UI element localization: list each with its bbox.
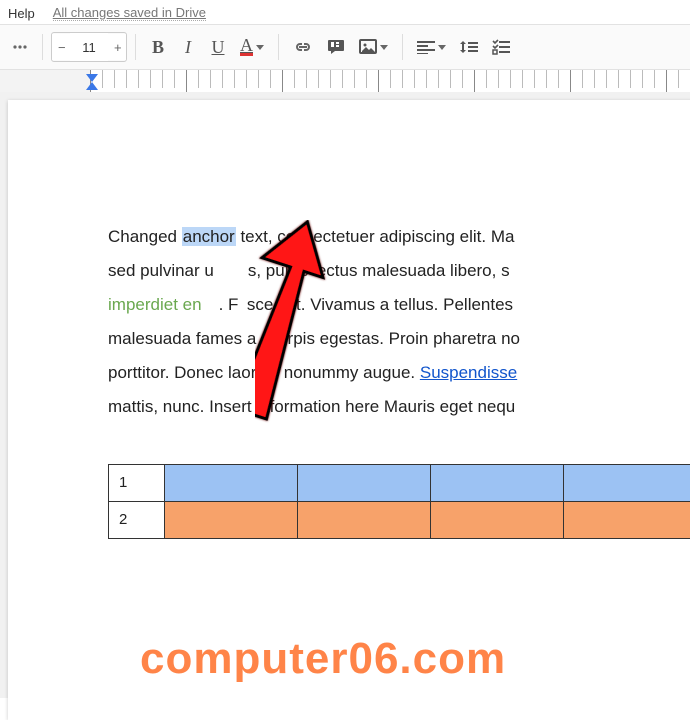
menu-help[interactable]: Help [8, 6, 35, 21]
table-cell-selected[interactable] [298, 502, 431, 539]
text: text, consectetuer adipiscing elit. Ma [236, 227, 515, 246]
more-icon [12, 39, 28, 55]
text: s, purus lectus malesuada libero, s [248, 261, 510, 280]
save-status[interactable]: All changes saved in Drive [53, 5, 206, 21]
separator [402, 34, 403, 60]
chevron-down-icon [438, 45, 446, 50]
table-cell-selected[interactable] [431, 465, 564, 502]
separator [278, 34, 279, 60]
text: Changed [108, 227, 182, 246]
table-row[interactable]: 2 [109, 502, 690, 539]
table-cell-selected[interactable] [564, 502, 690, 539]
insert-comment-button[interactable] [321, 32, 351, 62]
text: nonummy augue. [284, 363, 420, 382]
paragraph-line[interactable]: sed pulvinar uxxxxs, purus lectus malesu… [108, 254, 690, 288]
font-size-input[interactable] [70, 33, 108, 61]
align-left-icon [417, 40, 435, 54]
paragraph-line[interactable]: porttitor. Donec laoreexnonummy augue. S… [108, 356, 690, 390]
separator [135, 34, 136, 60]
font-size-decrease[interactable]: − [52, 34, 70, 60]
first-line-indent-marker[interactable] [86, 74, 98, 82]
document-canvas: Changed anchor text, consectetuer adipis… [0, 92, 690, 698]
align-button[interactable] [411, 32, 452, 62]
separator [42, 34, 43, 60]
more-left-button[interactable] [6, 32, 34, 62]
insert-link-button[interactable] [287, 32, 319, 62]
menubar: Help All changes saved in Drive [0, 0, 690, 24]
font-size-increase[interactable]: + [108, 34, 126, 60]
left-indent-marker[interactable] [86, 82, 98, 90]
hyperlink[interactable]: Suspendisse [420, 363, 517, 382]
comment-icon [327, 39, 345, 55]
text: sce est. Vivamus a tellus. Pellentes [247, 295, 513, 314]
table-cell-selected[interactable] [165, 502, 298, 539]
text: porttitor. Donec laoree [108, 363, 275, 382]
paragraph-line[interactable]: malesuada fames axxturpis egestas. Proin… [108, 322, 690, 356]
paragraph-line[interactable]: mattis, nunc. Insert information here Ma… [108, 390, 690, 424]
text: mattis, nunc. Insert information here Ma… [108, 397, 515, 416]
table[interactable]: 1 2 [108, 464, 690, 539]
italic-button[interactable]: I [174, 32, 202, 62]
table-cell[interactable]: 1 [109, 465, 165, 502]
document-body[interactable]: Changed anchor text, consectetuer adipis… [108, 220, 690, 539]
page[interactable]: Changed anchor text, consectetuer adipis… [8, 100, 690, 720]
chevron-down-icon [380, 45, 388, 50]
table-cell-selected[interactable] [431, 502, 564, 539]
table-cell[interactable]: 2 [109, 502, 165, 539]
text-green: imperdiet en [108, 295, 202, 314]
bold-icon: B [152, 37, 164, 58]
font-size-stepper[interactable]: − + [51, 32, 127, 62]
toolbar: − + B I U A [0, 24, 690, 70]
text: sed pulvinar u [108, 261, 214, 280]
bold-button[interactable]: B [144, 32, 172, 62]
checklist-icon [492, 39, 510, 55]
text: . F [219, 295, 239, 314]
text: malesuada fames a [108, 329, 256, 348]
table-cell-selected[interactable] [298, 465, 431, 502]
underline-button[interactable]: U [204, 32, 232, 62]
ruler-major-ticks [90, 70, 690, 92]
text-color-button[interactable]: A [234, 32, 270, 62]
underline-icon: U [212, 37, 225, 58]
image-icon [359, 39, 377, 55]
table-row[interactable]: 1 [109, 465, 690, 502]
chevron-down-icon [256, 45, 264, 50]
text: turpis egestas. Proin pharetra no [273, 329, 520, 348]
text-color-icon: A [240, 39, 253, 56]
list-button[interactable] [486, 32, 516, 62]
line-spacing-button[interactable] [454, 32, 484, 62]
link-icon [293, 40, 313, 54]
line-spacing-icon [460, 39, 478, 55]
table-cell-selected[interactable] [165, 465, 298, 502]
ruler-margin [0, 70, 90, 94]
italic-icon: I [185, 37, 191, 58]
insert-image-button[interactable] [353, 32, 394, 62]
paragraph-line[interactable]: Changed anchor text, consectetuer adipis… [108, 220, 690, 254]
table-cell-selected[interactable] [564, 465, 690, 502]
paragraph-line[interactable]: imperdiet enxx. Fxsce est. Vivamus a tel… [108, 288, 690, 322]
selected-text: anchor [182, 227, 236, 246]
